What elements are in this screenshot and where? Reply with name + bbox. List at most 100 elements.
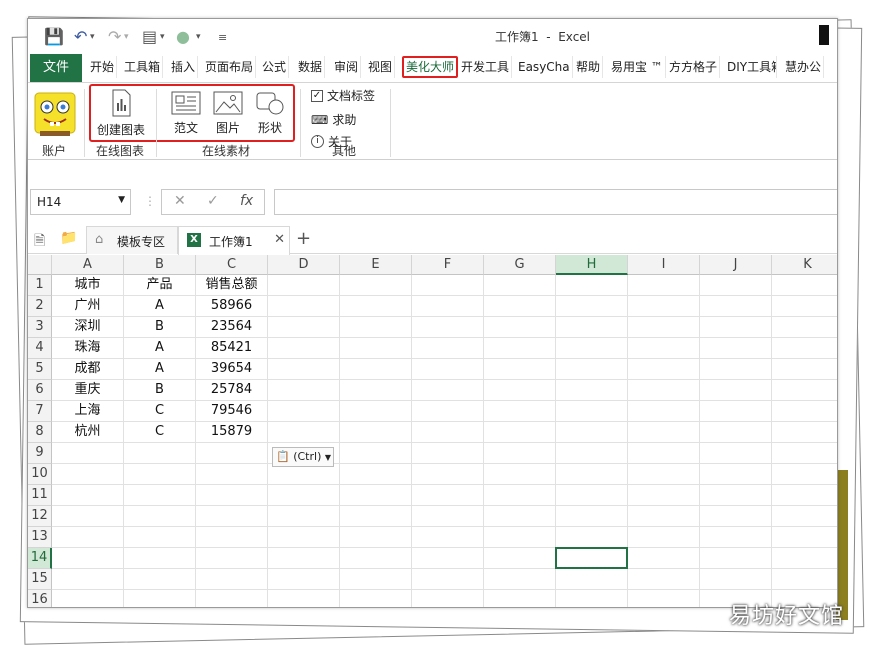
tab-insert[interactable]: 插入 xyxy=(169,56,199,78)
cell-E6[interactable] xyxy=(340,380,412,401)
picture-button[interactable]: 图片 xyxy=(210,91,246,136)
cell-C6[interactable]: 25784 xyxy=(196,380,268,401)
cell-I1[interactable] xyxy=(628,275,700,296)
cell-E2[interactable] xyxy=(340,296,412,317)
cell-I11[interactable] xyxy=(628,485,700,506)
cell-F8[interactable] xyxy=(412,422,484,443)
tab-diy-toolbox[interactable]: DIY工具箱 xyxy=(725,56,777,78)
column-header-G[interactable]: G xyxy=(484,255,556,275)
select-all-corner[interactable] xyxy=(28,255,52,275)
cell-A4[interactable]: 珠海 xyxy=(52,338,124,359)
cell-C2[interactable]: 58966 xyxy=(196,296,268,317)
tab-toolbox[interactable]: 工具箱 xyxy=(122,56,164,78)
cell-F12[interactable] xyxy=(412,506,484,527)
cell-H3[interactable] xyxy=(556,317,628,338)
name-box[interactable]: H14 ▼ xyxy=(30,189,131,215)
row-header-7[interactable]: 7 xyxy=(28,401,52,422)
cell-F6[interactable] xyxy=(412,380,484,401)
undo-dropdown-icon[interactable]: ▾ xyxy=(90,32,95,42)
cell-A5[interactable]: 成都 xyxy=(52,359,124,380)
cell-I7[interactable] xyxy=(628,401,700,422)
tab-huibangong[interactable]: 慧办公 xyxy=(783,56,825,78)
cell-H1[interactable] xyxy=(556,275,628,296)
cell-G16[interactable] xyxy=(484,590,556,607)
cell-I9[interactable] xyxy=(628,443,700,464)
column-header-K[interactable]: K xyxy=(772,255,837,275)
redo-icon[interactable]: ↷ xyxy=(108,27,121,46)
window-control[interactable] xyxy=(819,25,829,45)
undo-icon[interactable]: ↶ xyxy=(74,27,87,46)
cell-B15[interactable] xyxy=(124,569,196,590)
cell-B2[interactable]: A xyxy=(124,296,196,317)
row-header-12[interactable]: 12 xyxy=(28,506,52,527)
tab-formulas[interactable]: 公式 xyxy=(260,56,290,78)
cell-B3[interactable]: B xyxy=(124,317,196,338)
cell-H4[interactable] xyxy=(556,338,628,359)
cell-A7[interactable]: 上海 xyxy=(52,401,124,422)
account-button[interactable] xyxy=(28,87,82,141)
row-header-6[interactable]: 6 xyxy=(28,380,52,401)
row-header-3[interactable]: 3 xyxy=(28,317,52,338)
cell-B12[interactable] xyxy=(124,506,196,527)
tab-home[interactable]: 开始 xyxy=(88,56,118,78)
cell-F3[interactable] xyxy=(412,317,484,338)
cell-E10[interactable] xyxy=(340,464,412,485)
cell-J5[interactable] xyxy=(700,359,772,380)
cell-F7[interactable] xyxy=(412,401,484,422)
cell-F1[interactable] xyxy=(412,275,484,296)
cell-I2[interactable] xyxy=(628,296,700,317)
cell-C11[interactable] xyxy=(196,485,268,506)
cell-D16[interactable] xyxy=(268,590,340,607)
tab-easychart[interactable]: EasyCha xyxy=(516,56,573,78)
column-header-F[interactable]: F xyxy=(412,255,484,275)
cell-K4[interactable] xyxy=(772,338,837,359)
cell-F2[interactable] xyxy=(412,296,484,317)
cell-D12[interactable] xyxy=(268,506,340,527)
cell-D4[interactable] xyxy=(268,338,340,359)
cell-C3[interactable]: 23564 xyxy=(196,317,268,338)
cell-A1[interactable]: 城市 xyxy=(52,275,124,296)
row-header-16[interactable]: 16 xyxy=(28,590,52,607)
row-header-14[interactable]: 14 xyxy=(28,548,52,569)
redo-dropdown-icon[interactable]: ▾ xyxy=(124,32,129,42)
cell-D7[interactable] xyxy=(268,401,340,422)
cell-I5[interactable] xyxy=(628,359,700,380)
customize-icon[interactable]: ≡ xyxy=(218,31,227,44)
tab-beautify-master[interactable]: 美化大师 xyxy=(402,56,459,78)
cell-D13[interactable] xyxy=(268,527,340,548)
cell-D1[interactable] xyxy=(268,275,340,296)
cell-I4[interactable] xyxy=(628,338,700,359)
cell-H10[interactable] xyxy=(556,464,628,485)
cell-F10[interactable] xyxy=(412,464,484,485)
cell-H7[interactable] xyxy=(556,401,628,422)
cell-H9[interactable] xyxy=(556,443,628,464)
cell-D8[interactable] xyxy=(268,422,340,443)
cell-D5[interactable] xyxy=(268,359,340,380)
form-icon[interactable]: ▤ xyxy=(142,27,157,46)
cell-A2[interactable]: 广州 xyxy=(52,296,124,317)
cell-F5[interactable] xyxy=(412,359,484,380)
cell-E3[interactable] xyxy=(340,317,412,338)
cell-A10[interactable] xyxy=(52,464,124,485)
cell-J14[interactable] xyxy=(700,548,772,569)
column-header-A[interactable]: A xyxy=(52,255,124,275)
cell-K8[interactable] xyxy=(772,422,837,443)
cell-H2[interactable] xyxy=(556,296,628,317)
cell-G15[interactable] xyxy=(484,569,556,590)
cell-E1[interactable] xyxy=(340,275,412,296)
cell-G12[interactable] xyxy=(484,506,556,527)
cell-B9[interactable] xyxy=(124,443,196,464)
tab-page-layout[interactable]: 页面布局 xyxy=(203,56,257,78)
cell-I15[interactable] xyxy=(628,569,700,590)
column-header-C[interactable]: C xyxy=(196,255,268,275)
cell-G5[interactable] xyxy=(484,359,556,380)
cell-B8[interactable]: C xyxy=(124,422,196,443)
cell-H13[interactable] xyxy=(556,527,628,548)
cell-B4[interactable]: A xyxy=(124,338,196,359)
cell-G7[interactable] xyxy=(484,401,556,422)
tab-yiyongbao[interactable]: 易用宝 ™ xyxy=(609,56,666,78)
cell-H15[interactable] xyxy=(556,569,628,590)
cell-J1[interactable] xyxy=(700,275,772,296)
cell-A11[interactable] xyxy=(52,485,124,506)
cell-E8[interactable] xyxy=(340,422,412,443)
